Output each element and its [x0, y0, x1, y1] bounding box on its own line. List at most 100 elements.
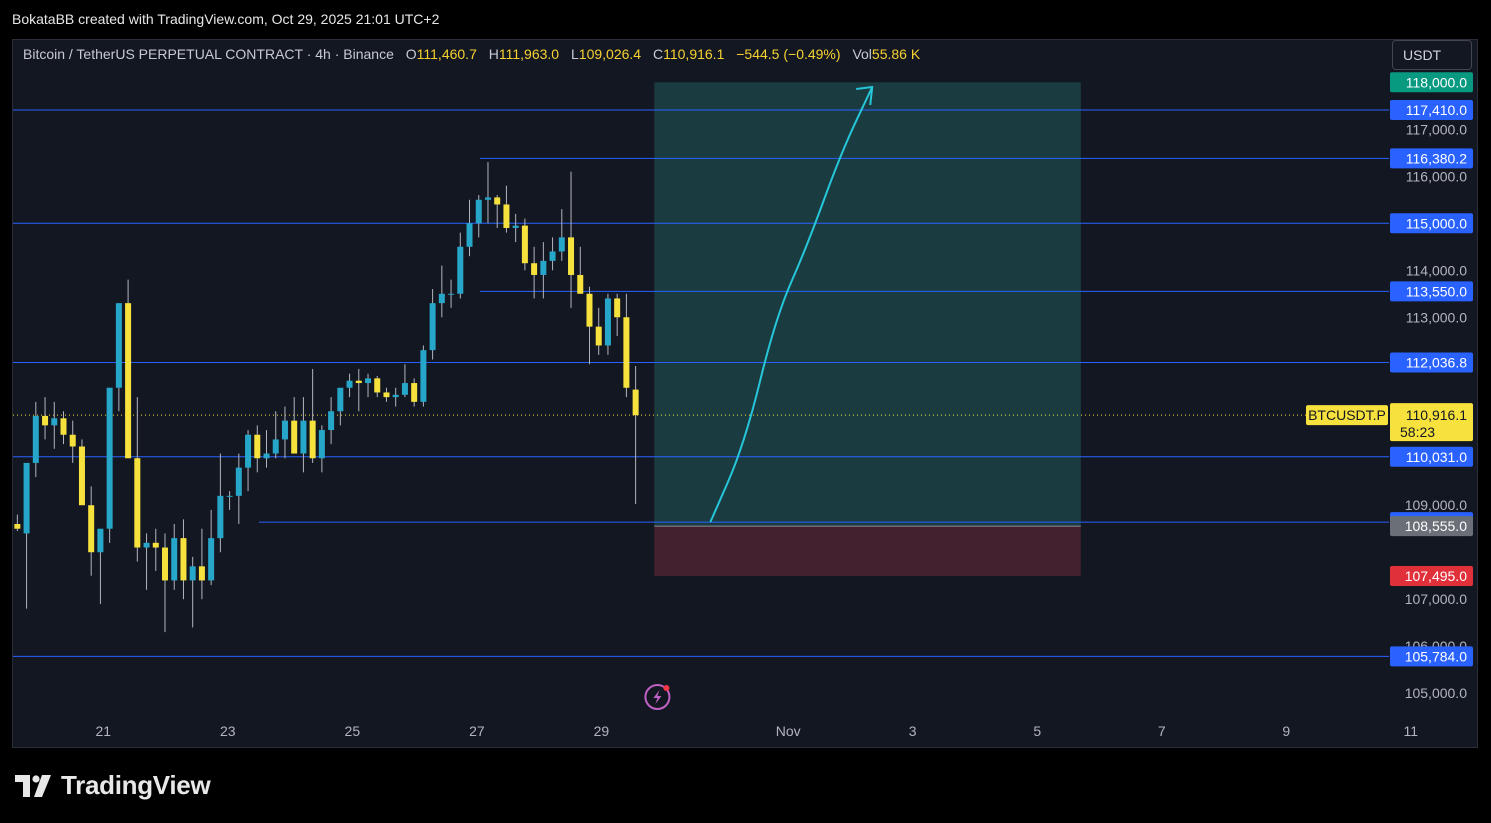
y-tick-label: 116,000.0 — [1406, 168, 1467, 184]
candle — [88, 486, 95, 576]
candle — [392, 387, 399, 407]
candle-body — [318, 430, 325, 459]
candle — [448, 279, 455, 308]
candle-body — [143, 542, 150, 548]
candle — [162, 533, 169, 633]
candle — [604, 293, 611, 355]
candle — [78, 439, 85, 506]
level-price-tag-text: 113,550.0 — [1406, 283, 1467, 299]
candle — [586, 286, 593, 365]
candle — [383, 387, 390, 402]
candle-body — [125, 303, 132, 459]
y-tick-label: 107,000.0 — [1405, 591, 1467, 607]
candle — [125, 279, 132, 459]
tradingview-logo[interactable]: TradingView — [15, 770, 211, 801]
candle-body — [420, 350, 427, 402]
candle-body — [300, 420, 307, 454]
candle-body — [226, 495, 233, 497]
lightning-dot — [663, 685, 670, 691]
y-tick-label: 109,000.0 — [1405, 497, 1467, 513]
candle-body — [217, 495, 224, 539]
level-price-tag: 110,031.0 — [1390, 446, 1473, 467]
candle-body — [152, 542, 159, 548]
candle-body — [448, 293, 455, 295]
candle — [540, 242, 547, 299]
level-price-tag: 115,000.0 — [1390, 213, 1473, 234]
low-value: 109,026.4 — [578, 46, 642, 62]
tradingview-logo-icon — [15, 774, 51, 797]
level-price-tag: 105,784.0 — [1390, 646, 1473, 667]
x-tick-label: 5 — [1033, 723, 1041, 739]
candle — [577, 246, 584, 294]
candle — [549, 237, 556, 271]
candle — [143, 533, 150, 590]
y-tick-label: 117,000.0 — [1406, 121, 1467, 137]
high-value: 111,963.0 — [498, 46, 560, 62]
lightning-bolt — [653, 690, 662, 704]
currency-button[interactable]: USDT — [1392, 40, 1472, 70]
candle-body — [78, 446, 85, 506]
candle-body — [365, 378, 372, 384]
candle-body — [60, 418, 67, 435]
candle-body — [281, 420, 288, 440]
candle — [318, 425, 325, 473]
x-tick-label: 27 — [469, 723, 485, 739]
candle-body — [521, 225, 528, 264]
candle-body — [383, 392, 390, 398]
candle — [281, 406, 288, 459]
candle-body — [392, 394, 399, 398]
candle-body — [438, 293, 445, 304]
entry-price-tag-text: 108,555.0 — [1405, 518, 1467, 534]
candle — [134, 397, 141, 562]
candle — [115, 303, 122, 412]
candle-body — [337, 387, 344, 412]
candle — [355, 368, 362, 412]
candle-body — [429, 303, 436, 351]
candle-body — [208, 538, 215, 581]
x-tick-label: 3 — [909, 723, 917, 739]
candle-body — [42, 415, 49, 426]
candle — [32, 401, 39, 478]
candle — [337, 387, 344, 426]
target-price-tag-text: 118,000.0 — [1406, 74, 1467, 90]
x-tick-label: 29 — [594, 723, 610, 739]
x-tick-label: Nov — [776, 723, 801, 739]
low-label: L — [571, 46, 579, 62]
candle — [475, 195, 482, 238]
candle-body — [540, 260, 547, 275]
candle — [198, 528, 205, 600]
change-value: −544.5 (−0.49%) — [736, 46, 841, 62]
candle — [457, 232, 464, 299]
candle-body — [595, 326, 602, 346]
candle — [245, 430, 252, 492]
candle — [531, 246, 538, 299]
chart-credit: BokataBB created with TradingView.com, O… — [12, 11, 440, 27]
candle-body — [106, 387, 113, 529]
candle — [106, 387, 113, 543]
candle — [438, 265, 445, 318]
candle — [14, 514, 21, 532]
candle — [300, 397, 307, 473]
x-tick-label: 23 — [220, 723, 236, 739]
level-price-tag: 112,036.8 — [1390, 352, 1473, 373]
symbol-price-tag: BTCUSDT.P — [1306, 405, 1388, 426]
current-price-tag: 110,916.158:23 — [1390, 403, 1473, 442]
level-price-tag-text: 110,031.0 — [1406, 449, 1467, 465]
candle-body — [69, 434, 76, 447]
candle-body — [198, 566, 205, 581]
candle-body — [88, 505, 95, 553]
bar-countdown: 58:23 — [1400, 424, 1435, 440]
candle-body — [614, 298, 621, 318]
current-price-value: 110,916.1 — [1406, 407, 1467, 423]
price-chart[interactable]: 117,000.0 116,000.0 114,000.0 113,000.0 109,… — [13, 40, 1478, 748]
chart-panel[interactable]: 117,000.0 116,000.0 114,000.0 113,000.0 109,… — [12, 39, 1478, 748]
candle — [429, 289, 436, 360]
candle-body — [484, 197, 491, 200]
tradingview-logo-text: TradingView — [61, 770, 211, 800]
candle — [568, 171, 575, 308]
candle — [401, 364, 408, 398]
candle — [328, 397, 335, 445]
candle — [365, 373, 372, 398]
volume-value: 55.86 K — [871, 46, 921, 62]
candle-body — [162, 547, 169, 581]
